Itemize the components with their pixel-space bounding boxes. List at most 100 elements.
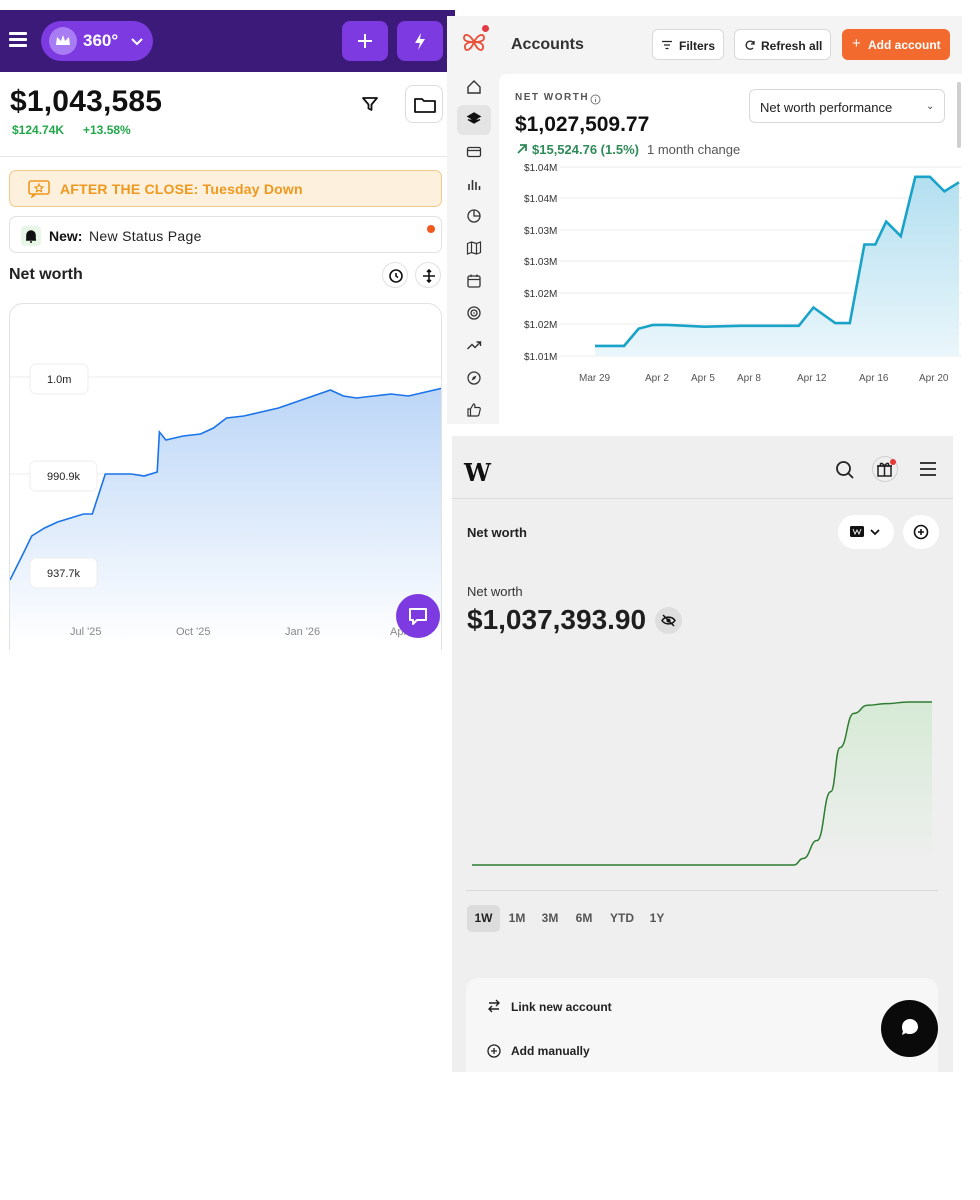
section-title: Net worth <box>9 266 83 283</box>
folder-button[interactable] <box>405 85 443 123</box>
x-axis-label: Apr 2 <box>645 373 669 384</box>
plan-label: 360° <box>83 31 119 50</box>
net-worth-label: Net worth <box>467 584 523 599</box>
area-fill <box>595 176 959 356</box>
banner-text: AFTER THE CLOSE: Tuesday Down <box>60 181 303 197</box>
scrollbar[interactable] <box>957 82 961 148</box>
net-worth-chart: 1.0m990.9k937.7kJul '25 Oct '25 Jan '26 Apr <box>10 363 441 644</box>
pie-chart-icon[interactable] <box>466 208 482 224</box>
search-icon[interactable] <box>835 460 855 485</box>
bell-icon <box>21 226 41 246</box>
page-title: Accounts <box>511 36 584 53</box>
compass-icon[interactable] <box>466 370 482 386</box>
plus-icon: + <box>852 35 861 52</box>
range-1y[interactable]: 1Y <box>646 905 668 932</box>
chat-button[interactable] <box>881 1000 938 1057</box>
y-axis-label: $1.02M <box>524 289 557 300</box>
home-icon[interactable] <box>466 79 482 95</box>
status-prefix: New: <box>49 228 83 244</box>
net-worth-line-chart <box>472 701 932 866</box>
x-axis-label: Apr 16 <box>859 373 889 384</box>
unread-dot <box>427 225 435 233</box>
credit-card-icon[interactable] <box>466 144 482 160</box>
x-axis-label: Apr 5 <box>691 373 715 384</box>
left-app-panel: 360° $1,043,585 $124.74K +13.58% AFTER T… <box>0 0 455 650</box>
layers-icon[interactable] <box>466 111 482 127</box>
chevron-down-icon <box>129 33 145 54</box>
status-text: New Status Page <box>89 228 202 244</box>
w-app-panel: W Net worth Net worth $1,037,393.90 1W 1M… <box>452 436 953 1072</box>
filters-button[interactable]: Filters <box>652 29 724 60</box>
net-worth-change-percent: +13.58% <box>83 123 131 137</box>
add-button[interactable] <box>342 21 388 61</box>
y-axis-label: $1.02M <box>524 320 557 331</box>
account-filter-dropdown[interactable] <box>838 515 894 549</box>
net-worth-change-amount: $124.74K <box>12 123 65 137</box>
add-account-button[interactable]: + Add account <box>842 29 950 60</box>
y-axis-label: $1.01M <box>524 352 557 363</box>
refresh-all-button[interactable]: Refresh all <box>734 29 831 60</box>
thumbs-up-icon[interactable] <box>466 402 482 418</box>
crown-icon <box>49 27 77 55</box>
menu-icon[interactable] <box>9 32 29 48</box>
range-1w[interactable]: 1W <box>467 905 500 932</box>
header-divider <box>452 498 953 499</box>
info-icon[interactable] <box>590 92 601 110</box>
change-value: $15,524.76 (1.5%) <box>532 142 639 157</box>
butterfly-logo-icon[interactable] <box>460 28 488 61</box>
move-button[interactable] <box>415 262 441 288</box>
filter-lines-icon <box>662 40 672 50</box>
x-axis-label: Apr 20 <box>919 373 949 384</box>
y-axis-label: 1.0m <box>29 363 89 395</box>
svg-text:990.9k: 990.9k <box>47 471 81 483</box>
eye-off-icon[interactable] <box>655 607 682 634</box>
hamburger-menu-icon[interactable] <box>919 461 937 482</box>
range-ytd[interactable]: YTD <box>605 905 639 932</box>
net-worth-card: NET WORTH $1,027,509.77 $15,524.76 (1.5%… <box>499 74 962 424</box>
plan-switcher-button[interactable]: 360° <box>41 21 153 61</box>
add-account-label: Add account <box>868 38 941 52</box>
after-close-banner[interactable]: AFTER THE CLOSE: Tuesday Down <box>9 170 442 207</box>
status-notice[interactable]: New: New Status Page <box>9 216 442 253</box>
top-bar: 360° <box>0 10 455 72</box>
range-6m[interactable]: 6M <box>569 905 599 932</box>
net-worth-total: $1,043,585 <box>10 85 163 118</box>
arrow-up-right-icon <box>515 142 529 161</box>
refresh-label: Refresh all <box>761 39 823 53</box>
svg-text:937.7k: 937.7k <box>47 568 81 580</box>
x-axis-label: Jul '25 <box>70 626 101 638</box>
x-axis-label: Apr 12 <box>797 373 827 384</box>
calendar-icon[interactable] <box>466 273 482 289</box>
svg-text:1.0m: 1.0m <box>47 374 71 386</box>
chevron-down-icon: ⌄ <box>926 101 935 112</box>
y-axis-label: 937.7k <box>29 557 98 589</box>
net-worth-performance-chart: $1.04M $1.04M $1.03M $1.03M $1.02M $1.02M $1.0… <box>524 164 962 384</box>
history-button[interactable] <box>382 262 408 288</box>
performance-select[interactable]: Net worth performance ⌄ <box>749 89 945 123</box>
bar-chart-icon[interactable] <box>466 176 482 192</box>
trending-up-icon[interactable] <box>466 337 482 353</box>
lightning-button[interactable] <box>397 21 443 61</box>
range-1m[interactable]: 1M <box>504 905 530 932</box>
link-new-account-button[interactable]: Link new account <box>511 1000 612 1014</box>
target-icon[interactable] <box>466 305 482 321</box>
notification-dot <box>482 25 489 32</box>
filter-icon[interactable] <box>360 94 380 119</box>
swap-arrows-icon <box>487 999 501 1018</box>
add-circle-button[interactable] <box>903 515 939 549</box>
map-icon[interactable] <box>466 240 482 256</box>
range-3m[interactable]: 3M <box>536 905 564 932</box>
account-actions-card: Link new account Add manually <box>466 978 938 1072</box>
divider <box>0 156 455 157</box>
plus-circle-icon <box>487 1044 501 1063</box>
x-axis-label: Jan '26 <box>285 626 320 638</box>
x-axis-label: Apr 8 <box>737 373 761 384</box>
w-logo[interactable]: W <box>464 458 491 487</box>
add-manually-button[interactable]: Add manually <box>511 1044 590 1058</box>
x-axis-label: Oct '25 <box>176 626 211 638</box>
refresh-icon <box>745 40 755 50</box>
chat-button[interactable] <box>396 594 440 638</box>
notification-dot <box>890 459 896 465</box>
y-axis-label: $1.04M <box>524 194 557 205</box>
filters-label: Filters <box>679 39 716 53</box>
